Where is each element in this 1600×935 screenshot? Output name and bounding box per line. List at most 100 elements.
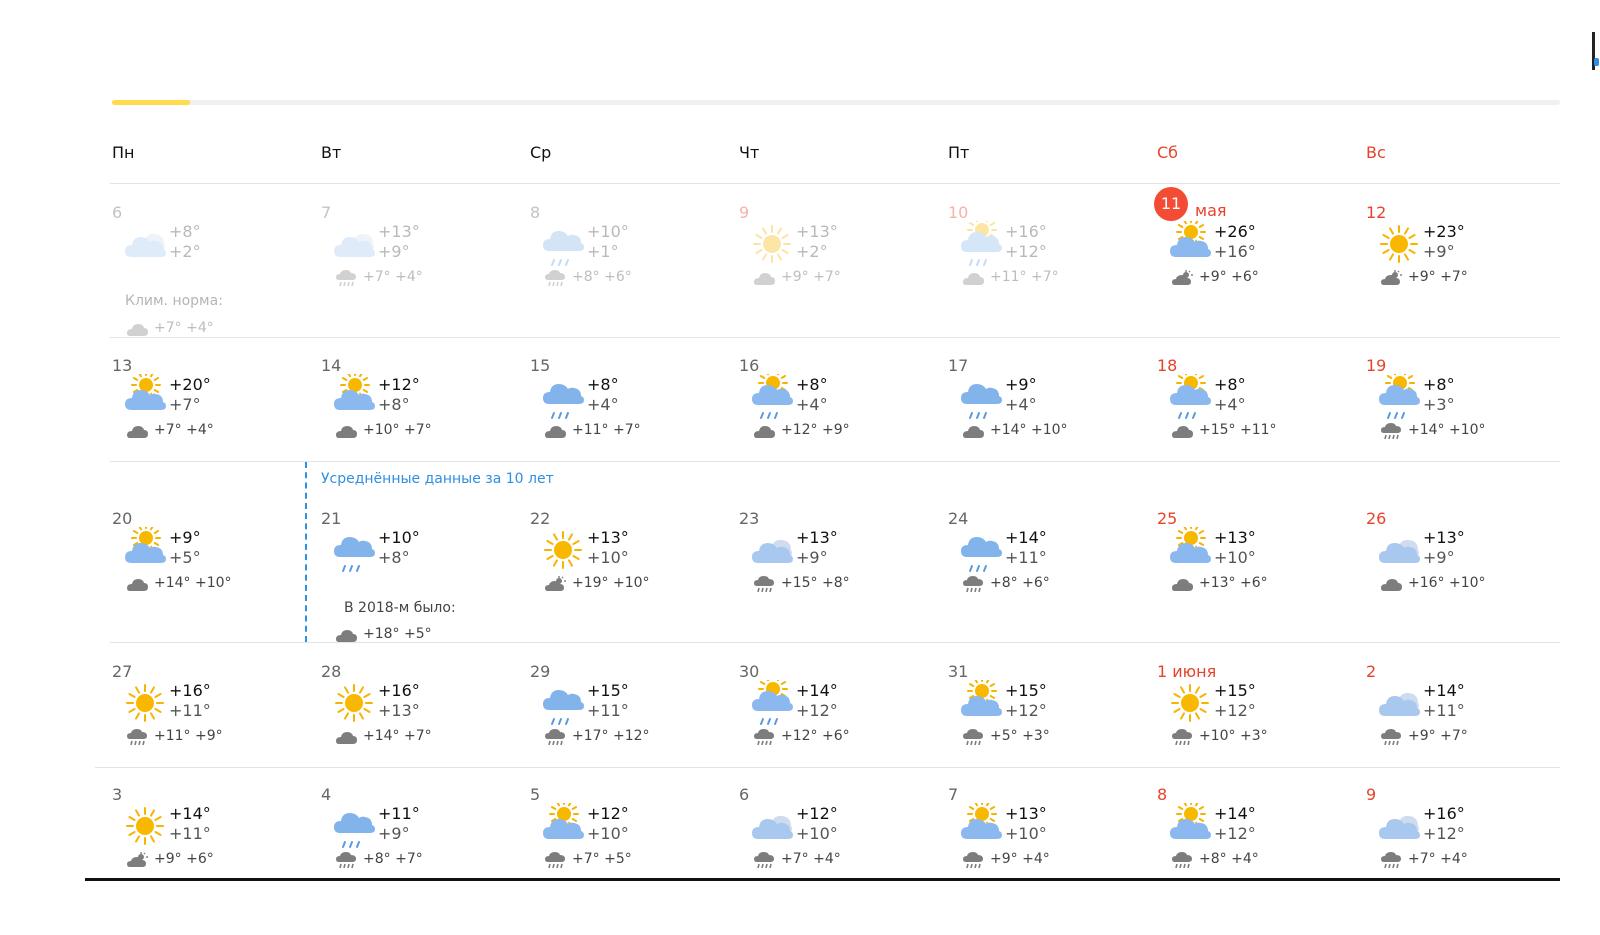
day-cell[interactable]: 4+11°+9° +8° +7°: [321, 785, 526, 935]
day-cell[interactable]: 18+8°+4° +15° +11°: [1157, 356, 1362, 506]
climate-norm-label: Клим. норма:: [125, 293, 223, 309]
day-temperature: +8°: [169, 222, 201, 242]
bottom-edge: [85, 878, 1560, 881]
climate-temperatures: +7° +4°: [1408, 849, 1468, 869]
climate-temperatures: +14° +7°: [363, 726, 432, 746]
weekday-label: Чт: [739, 143, 759, 162]
history-label: В 2018-м было:: [344, 600, 456, 616]
day-cell[interactable]: 13+20°+7° +7° +4°: [112, 356, 317, 506]
night-temperature: +10°: [1214, 548, 1256, 568]
day-cell[interactable]: 9+13°+2° +9° +7°: [739, 203, 944, 353]
rain-cloud-weather-icon: [331, 803, 377, 849]
day-number: 10: [948, 203, 968, 223]
day-number: 12: [1366, 203, 1386, 223]
scrollbar-indicator: [1594, 58, 1599, 66]
night-temperature: +12°: [1214, 824, 1256, 844]
cloudy-weather-icon: [1376, 803, 1422, 849]
day-cell[interactable]: 10+16°+12° +11° +7°: [948, 203, 1153, 353]
climate-temperatures: +7° +4°: [363, 267, 423, 287]
night-temperature: +12°: [796, 701, 838, 721]
night-temperature: +12°: [1423, 824, 1465, 844]
night-temperature: +11°: [169, 701, 211, 721]
day-cell[interactable]: 8+10°+1° +8° +6°: [530, 203, 735, 353]
night-temperature: +3°: [1423, 395, 1455, 415]
rain-small-icon: [544, 728, 566, 745]
rain-small-icon: [962, 851, 984, 868]
cloud-small-icon: [962, 269, 984, 286]
sun-cloud-weather-icon: [958, 680, 1004, 726]
cloud-small-icon: [1380, 575, 1402, 592]
day-cell[interactable]: 17+9°+4° +14° +10°: [948, 356, 1153, 506]
day-cell[interactable]: 11мая+26°+16° +9° +6°: [1157, 203, 1362, 353]
night-temperature: +7°: [169, 395, 201, 415]
day-number: 22: [530, 509, 550, 529]
cloud-small-icon: [126, 320, 148, 337]
day-cell[interactable]: 5+12°+10° +7° +5°: [530, 785, 735, 935]
day-cell[interactable]: 24+14°+11° +8° +6°: [948, 509, 1153, 659]
day-cell[interactable]: 25+13°+10° +13° +6°: [1157, 509, 1362, 659]
day-cell[interactable]: 15+8°+4° +11° +7°: [530, 356, 735, 506]
day-number: 14: [321, 356, 341, 376]
sun-weather-icon: [331, 680, 377, 726]
history-temperatures: +18° +5°: [363, 624, 432, 644]
day-temperature: +8°: [796, 375, 828, 395]
day-cell[interactable]: 20+9°+5° +14° +10°: [112, 509, 317, 659]
night-temperature: +11°: [169, 824, 211, 844]
day-number: 4: [321, 785, 331, 805]
rain-small-icon: [753, 575, 775, 592]
weekday-label: Вс: [1366, 143, 1386, 162]
day-temperature: +12°: [796, 804, 838, 824]
day-temperature: +15°: [587, 681, 629, 701]
cloudy-weather-icon: [331, 221, 377, 267]
day-cell[interactable]: 6+8°+2°Клим. норма: +7° +4°: [112, 203, 317, 353]
day-temperature: +10°: [378, 528, 420, 548]
day-number: 7: [948, 785, 958, 805]
day-cell[interactable]: 7+13°+9° +7° +4°: [321, 203, 526, 353]
climate-temperatures: +8° +7°: [363, 849, 423, 869]
day-number: 6: [112, 203, 122, 223]
weekday-label: Ср: [530, 143, 551, 162]
climate-temperatures: +10° +7°: [363, 420, 432, 440]
sun-cloud-weather-icon: [1167, 221, 1213, 267]
day-number: 7: [321, 203, 331, 223]
rain-small-icon: [1380, 851, 1402, 868]
day-cell[interactable]: 9+16°+12° +7° +4°: [1366, 785, 1571, 935]
night-temperature: +5°: [169, 548, 201, 568]
climate-temperatures: +9° +7°: [1408, 267, 1468, 287]
rain-small-icon: [335, 851, 357, 868]
sun-cloud-weather-icon: [122, 374, 168, 420]
rain-small-icon: [335, 269, 357, 286]
day-cell[interactable]: 3+14°+11° +9° +6°: [112, 785, 317, 935]
sun-cloud-small-icon: [544, 575, 566, 592]
day-cell[interactable]: 19+8°+3° +14° +10°: [1366, 356, 1571, 506]
cloud-small-icon: [335, 422, 357, 439]
day-number: 3: [112, 785, 122, 805]
day-cell[interactable]: 8+14°+12° +8° +4°: [1157, 785, 1362, 935]
day-temperature: +13°: [1423, 528, 1465, 548]
night-temperature: +2°: [169, 242, 201, 262]
day-number: 21: [321, 509, 341, 529]
climate-temperatures: +9° +7°: [781, 267, 841, 287]
day-cell[interactable]: 6+12°+10° +7° +4°: [739, 785, 944, 935]
day-cell[interactable]: 22+13°+10° +19° +10°: [530, 509, 735, 659]
day-number: 26: [1366, 509, 1386, 529]
day-number: 8: [1157, 785, 1167, 805]
day-temperature: +13°: [378, 222, 420, 242]
day-temperature: +12°: [587, 804, 629, 824]
climate-temperatures: +8° +4°: [1199, 849, 1259, 869]
day-cell[interactable]: 26+13°+9° +16° +10°: [1366, 509, 1571, 659]
day-temperature: +9°: [169, 528, 201, 548]
day-temperature: +20°: [169, 375, 211, 395]
night-temperature: +11°: [1005, 548, 1047, 568]
day-cell[interactable]: 23+13°+9° +15° +8°: [739, 509, 944, 659]
day-temperature: +12°: [378, 375, 420, 395]
day-cell[interactable]: 16+8°+4° +12° +9°: [739, 356, 944, 506]
day-cell[interactable]: 21+10°+8°В 2018-м было: +18° +5°: [321, 509, 526, 659]
day-cell[interactable]: 7+13°+10° +9° +4°: [948, 785, 1153, 935]
day-cell[interactable]: 12+23°+9° +9° +7°: [1366, 203, 1571, 353]
day-temperature: +16°: [1005, 222, 1047, 242]
day-temperature: +16°: [169, 681, 211, 701]
rain-cloud-weather-icon: [958, 374, 1004, 420]
rain-cloud-weather-icon: [540, 221, 586, 267]
cloud-small-icon: [1171, 575, 1193, 592]
